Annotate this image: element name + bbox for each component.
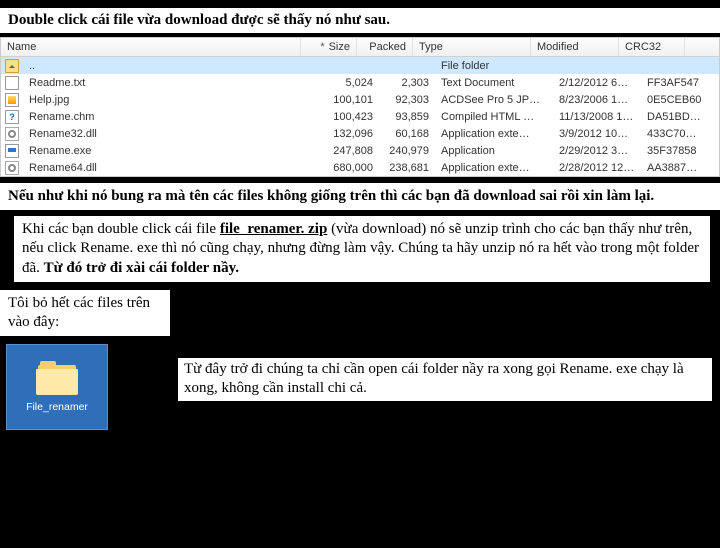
table-row[interactable]: Rename.chm100,42393,859Compiled HTML …11… <box>1 108 719 125</box>
file-rows-container: .. File folder Readme.txt5,0242,303Text Do… <box>1 57 719 176</box>
cell-crc: DA51BD… <box>641 111 707 123</box>
cell-size: 247,808 <box>323 145 379 157</box>
cell-modified: 11/13/2008 1… <box>553 111 641 123</box>
col-name-header[interactable]: Name <box>1 38 301 56</box>
cell-name: Rename64.dll <box>23 162 323 174</box>
col-crc-header[interactable]: CRC32 <box>619 38 685 56</box>
txt-icon <box>5 76 19 90</box>
instr1-text: Double click cái file vừa download được … <box>8 12 390 28</box>
chm-icon <box>5 110 19 124</box>
cell-packed: 238,681 <box>379 162 435 174</box>
col-modified-header[interactable]: Modified <box>531 38 619 56</box>
cell-size: 132,096 <box>323 128 379 140</box>
instr3-emphasis: Từ đó trở đi xài cái folder nầy. <box>44 260 239 276</box>
instr2-text: Nếu như khi nó bung ra mà tên các files … <box>8 188 654 204</box>
cell-size: 100,423 <box>323 111 379 123</box>
instruction-line-2: Nếu như khi nó bung ra mà tên các files … <box>0 183 720 210</box>
cell-size: 5,024 <box>323 77 379 89</box>
cell-packed: 2,303 <box>379 77 435 89</box>
folder-thumbnail[interactable]: File_renamer <box>6 344 108 430</box>
cell-type: Application exte… <box>435 128 553 140</box>
cell-name: Help.jpg <box>23 94 323 106</box>
table-row[interactable]: Help.jpg100,10192,303ACDSee Pro 5 JP…8/2… <box>1 91 719 108</box>
cell-modified: 2/28/2012 12… <box>553 162 641 174</box>
table-row[interactable]: Rename.exe247,808240,979Application2/29/… <box>1 142 719 159</box>
cell-size: 100,101 <box>323 94 379 106</box>
table-row[interactable]: Rename64.dll680,000238,681Application ex… <box>1 159 719 176</box>
cell-type: ACDSee Pro 5 JP… <box>435 94 553 106</box>
instr4-text: Tôi bỏ hết các files trên vào đây: <box>8 295 150 330</box>
cell-packed: 93,859 <box>379 111 435 123</box>
cell-type: File folder <box>435 60 553 72</box>
zip-filename-link: file_renamer. zip <box>220 221 327 237</box>
cell-modified: 8/23/2006 1… <box>553 94 641 106</box>
file-list-header: Name *Size Packed Type Modified CRC32 <box>1 38 719 57</box>
cell-crc: 0E5CEB60 <box>641 94 707 106</box>
dll-icon <box>5 161 19 175</box>
cell-packed: 60,168 <box>379 128 435 140</box>
cell-type: Text Document <box>435 77 553 89</box>
cell-name: Rename32.dll <box>23 128 323 140</box>
cell-name: .. <box>23 60 323 72</box>
cell-type: Application <box>435 145 553 157</box>
file-list-window: Name *Size Packed Type Modified CRC32 ..… <box>0 37 720 177</box>
table-row[interactable]: Readme.txt5,0242,303Text Document2/12/20… <box>1 74 719 91</box>
cell-type: Application exte… <box>435 162 553 174</box>
cell-packed: 240,979 <box>379 145 435 157</box>
dll-icon <box>5 127 19 141</box>
cell-packed: 92,303 <box>379 94 435 106</box>
table-row[interactable]: Rename32.dll132,09660,168Application ext… <box>1 125 719 142</box>
cell-type: Compiled HTML … <box>435 111 553 123</box>
instruction-line-4: Tôi bỏ hết các files trên vào đây: <box>0 290 170 336</box>
instruction-paragraph-5: Từ đây trở đi chúng ta chỉ cần open cái … <box>178 358 712 401</box>
cell-modified: 2/12/2012 6… <box>553 77 641 89</box>
instr5-text: Từ đây trở đi chúng ta chỉ cần open cái … <box>184 361 684 397</box>
cell-crc: FF3AF547 <box>641 77 707 89</box>
table-row[interactable]: .. File folder <box>1 57 719 74</box>
cell-crc: AA3887… <box>641 162 707 174</box>
cell-crc: 35F37858 <box>641 145 707 157</box>
exe-icon <box>5 144 19 158</box>
col-type-header[interactable]: Type <box>413 38 531 56</box>
cell-modified: 3/9/2012 10… <box>553 128 641 140</box>
cell-name: Rename.chm <box>23 111 323 123</box>
cell-crc: 433C70… <box>641 128 707 140</box>
cell-name: Rename.exe <box>23 145 323 157</box>
instruction-paragraph-3: Khi các bạn double click cái file file_r… <box>14 216 710 283</box>
folder-icon <box>36 361 78 395</box>
updir-icon <box>5 59 19 73</box>
jpg-icon <box>5 93 19 107</box>
instruction-line-1: Double click cái file vừa download được … <box>0 8 720 33</box>
cell-modified: 2/29/2012 3… <box>553 145 641 157</box>
cell-size: 680,000 <box>323 162 379 174</box>
lower-row: File_renamer Từ đây trở đi chúng ta chỉ … <box>0 340 720 430</box>
folder-thumbnail-label: File_renamer <box>26 401 88 413</box>
col-size-header[interactable]: *Size <box>301 38 357 56</box>
col-packed-header[interactable]: Packed <box>357 38 413 56</box>
cell-name: Readme.txt <box>23 77 323 89</box>
